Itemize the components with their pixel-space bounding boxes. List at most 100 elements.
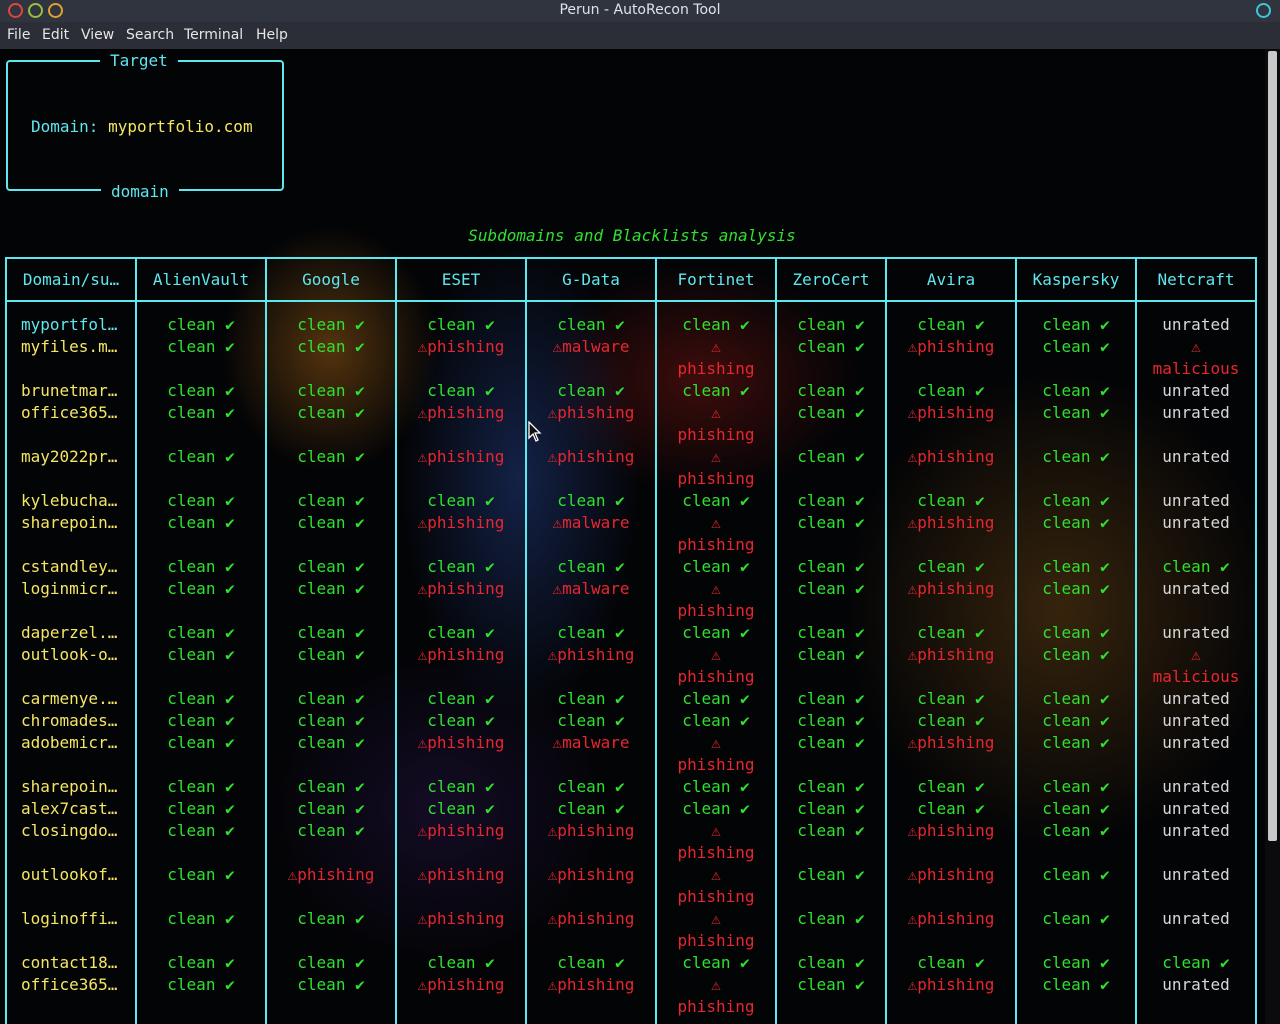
domain-cell: kylebucha… [21,491,118,510]
status-cell: clean ✔ [167,799,235,818]
status-cell: clean ✔ [917,711,985,730]
status-cell: unrated [1162,491,1230,510]
table-row-border [5,300,1257,302]
status-cell: clean ✔ [427,689,495,708]
domain-cell: myportfol… [21,315,118,334]
status-cell: clean ✔ [427,315,495,334]
status-cell: clean ✔ [682,799,750,818]
status-cell: clean ✔ [682,557,750,576]
status-cell: clean ✔ [167,909,235,928]
status-cell: clean ✔ [427,557,495,576]
menu-search[interactable]: Search [126,27,174,43]
menu-view[interactable]: View [81,27,114,43]
status-cell: clean ✔ [797,953,865,972]
status-cell: clean ✔ [682,315,750,334]
analysis-title: Subdomains and Blacklists analysis [468,226,796,245]
status-cell: ⚠phishing [547,645,635,664]
status-cell: clean ✔ [167,513,235,532]
warning-icon: ⚠ [711,865,721,884]
table-row: daperzel.… clean ✔ clean ✔ clean ✔ clean ✔ cl… [0,622,1264,644]
status-cell: clean ✔ [1042,975,1110,994]
status-cell: clean ✔ [797,865,865,884]
table-row: loginmicr… clean ✔ clean ✔ ⚠ phishing ⚠malwar… [0,578,1264,620]
status-cell: unrated [1162,733,1230,752]
status-cell: ⚠phishing [547,403,635,422]
status-cell: clean ✔ [1042,491,1110,510]
status-cell: unrated [1162,381,1230,400]
status-cell: clean ✔ [797,579,865,598]
status-cell: ⚠phishing [907,821,995,840]
status-cell: ⚠phishing [907,909,995,928]
table-row: sharepoin… clean ✔ clean ✔ ⚠ phishing ⚠malwar… [0,512,1264,554]
status-cell: clean ✔ [167,491,235,510]
status-cell: clean ✔ [1042,315,1110,334]
table-row: cstandley… clean ✔ clean ✔ clean ✔ clean ✔ cl… [0,556,1264,578]
table-header-avira: Avira [926,270,976,289]
status-cell: clean ✔ [1042,579,1110,598]
status-cell: clean ✔ [682,711,750,730]
status-cell: clean ✔ [427,381,495,400]
status-text: phishing [677,425,755,444]
status-cell: clean ✔ [1042,645,1110,664]
menu-terminal[interactable]: Terminal [184,27,243,43]
status-cell: ⚠phishing [657,732,775,776]
status-cell: ⚠phishing [907,579,995,598]
status-cell: clean ✔ [557,381,625,400]
table-row: carmenye.… clean ✔ clean ✔ clean ✔ clean ✔ cl… [0,688,1264,710]
warning-icon: ⚠ [711,447,721,466]
table-row: myfiles.m… clean ✔ clean ✔ ⚠ phishing ⚠malwar… [0,336,1264,378]
status-cell: ⚠phishing [657,864,775,908]
status-cell: clean ✔ [427,623,495,642]
terminal-area[interactable]: Target domain Domain: myportfolio.com Su… [0,49,1280,1024]
status-cell: ⚠phishing [417,909,505,928]
status-cell: clean ✔ [167,777,235,796]
status-cell: ⚠phishing [547,447,635,466]
status-cell: ⚠phishing [907,975,995,994]
status-cell: unrated [1162,513,1230,532]
window-menu-icon[interactable] [1256,3,1271,18]
status-cell: clean ✔ [167,623,235,642]
status-cell: clean ✔ [917,557,985,576]
status-cell: unrated [1162,975,1230,994]
status-cell: ⚠phishing [417,403,505,422]
status-text: phishing [677,843,755,862]
status-cell: clean ✔ [297,975,365,994]
domain-cell: may2022pr… [21,447,118,466]
status-cell: ⚠phishing [657,908,775,952]
status-cell: ⚠phishing [657,578,775,622]
status-text: malicious [1152,359,1240,378]
status-cell: clean ✔ [557,623,625,642]
status-cell: clean ✔ [167,733,235,752]
status-cell: clean ✔ [917,953,985,972]
status-cell: unrated [1162,447,1230,466]
status-cell: ⚠phishing [417,645,505,664]
domain-cell: closingdo… [21,821,118,840]
status-cell: unrated [1162,315,1230,334]
status-cell: clean ✔ [682,953,750,972]
domain-cell: office365… [21,975,118,994]
status-cell: unrated [1162,799,1230,818]
status-cell: clean ✔ [1042,711,1110,730]
table-row: sharepoin… clean ✔ clean ✔ clean ✔ clean ✔ cl… [0,776,1264,798]
status-cell: clean ✔ [167,403,235,422]
status-cell: clean ✔ [1042,821,1110,840]
status-cell: clean ✔ [1042,623,1110,642]
status-cell: clean ✔ [297,777,365,796]
status-cell: clean ✔ [797,909,865,928]
window-titlebar: Perun - AutoRecon Tool [0,0,1280,22]
scrollbar[interactable] [1265,49,1280,1024]
table-header-zerocert: ZeroCert [792,270,870,289]
status-cell: ⚠phishing [417,821,505,840]
menu-help[interactable]: Help [256,27,288,43]
status-cell: ⚠ malicious [1137,644,1255,688]
warning-icon: ⚠ [711,403,721,422]
domain-cell: cstandley… [21,557,118,576]
status-cell: clean ✔ [797,821,865,840]
warning-icon: ⚠ [711,645,721,664]
status-cell: ⚠phishing [657,820,775,864]
status-cell: clean ✔ [1042,689,1110,708]
menu-edit[interactable]: Edit [42,27,69,43]
menu-file[interactable]: File [7,27,30,43]
scrollbar-thumb[interactable] [1268,51,1277,841]
status-cell: clean ✔ [557,315,625,334]
